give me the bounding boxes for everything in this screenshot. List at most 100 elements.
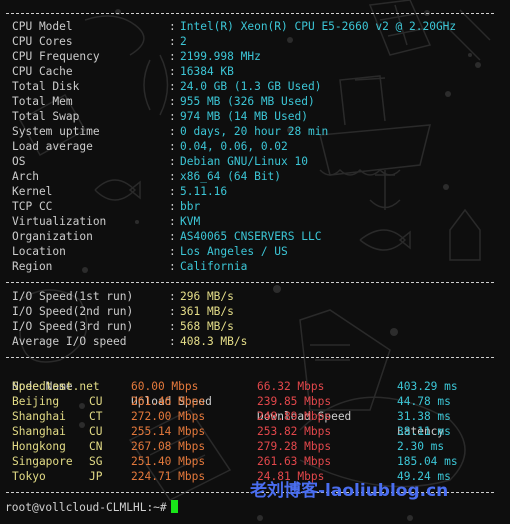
node-isp: JP: [89, 470, 103, 483]
info-label: CPU Frequency: [12, 50, 100, 63]
node-isp: CU: [89, 395, 103, 408]
latency: 2.30 ms: [397, 440, 445, 453]
colon: :: [169, 50, 176, 63]
upload-speed: 261.46 Mbps: [131, 395, 206, 408]
colon: :: [169, 230, 176, 243]
info-label: Region: [12, 260, 53, 273]
download-speed: 66.32 Mbps: [257, 380, 325, 393]
watermark: 老刘博客-laoliublog.cn: [250, 481, 449, 501]
info-value: 0.04, 0.06, 0.02: [180, 140, 288, 153]
colon: :: [169, 20, 176, 33]
io-value: 568 MB/s: [180, 320, 234, 333]
info-value: bbr: [180, 200, 201, 213]
info-value: 955 MB (326 MB Used): [180, 95, 315, 108]
info-label: CPU Cores: [12, 35, 73, 48]
colon: :: [169, 185, 176, 198]
colon: :: [169, 125, 176, 138]
info-label: Total Mem: [12, 95, 73, 108]
latency: 31.38 ms: [397, 410, 451, 423]
info-value: x86_64 (64 Bit): [180, 170, 282, 183]
info-label: Load average: [12, 140, 93, 153]
info-label: OS: [12, 155, 26, 168]
upload-speed: 272.00 Mbps: [131, 410, 206, 423]
info-value: Intel(R) Xeon(R) CPU E5-2660 v2 @ 2.20GH…: [180, 20, 457, 33]
info-value: AS40065 CNSERVERS LLC: [180, 230, 322, 243]
latency: 38.11 ms: [397, 425, 451, 438]
node-isp: CU: [89, 425, 103, 438]
io-label: I/O Speed(2nd run): [12, 305, 134, 318]
io-value: 296 MB/s: [180, 290, 234, 303]
upload-speed: 60.00 Mbps: [131, 380, 199, 393]
node-name: Shanghai: [12, 425, 66, 438]
info-value: 974 MB (14 MB Used): [180, 110, 308, 123]
info-value: 2199.998 MHz: [180, 50, 261, 63]
prompt-text: root@vollcloud-CLMLHL:~#: [5, 501, 167, 514]
info-label: TCP CC: [12, 200, 53, 213]
colon: :: [169, 200, 176, 213]
node-name: Beijing: [12, 395, 60, 408]
separator: [6, 282, 494, 283]
colon: :: [169, 245, 176, 258]
colon: :: [169, 305, 176, 318]
io-value: 361 MB/s: [180, 305, 234, 318]
info-value: 2: [180, 35, 187, 48]
node-name: Speedtest.net: [12, 380, 100, 393]
colon: :: [169, 110, 176, 123]
info-label: Total Disk: [12, 80, 80, 93]
info-label: Arch: [12, 170, 39, 183]
latency: 185.04 ms: [397, 455, 458, 468]
colon: :: [169, 215, 176, 228]
latency: 403.29 ms: [397, 380, 458, 393]
info-label: CPU Cache: [12, 65, 73, 78]
node-name: Shanghai: [12, 410, 66, 423]
io-label: I/O Speed(3rd run): [12, 320, 134, 333]
colon: :: [169, 80, 176, 93]
info-value: California: [180, 260, 248, 273]
download-speed: 239.85 Mbps: [257, 395, 332, 408]
upload-speed: 251.40 Mbps: [131, 455, 206, 468]
info-value: 5.11.16: [180, 185, 228, 198]
info-label: Organization: [12, 230, 93, 243]
colon: :: [169, 290, 176, 303]
download-speed: 253.82 Mbps: [257, 425, 332, 438]
terminal-cursor: [170, 500, 178, 513]
colon: :: [169, 95, 176, 108]
info-label: Kernel: [12, 185, 53, 198]
info-label: Total Swap: [12, 110, 80, 123]
latency: 44.78 ms: [397, 395, 451, 408]
info-label: CPU Model: [12, 20, 73, 33]
colon: :: [169, 260, 176, 273]
separator: [6, 13, 494, 14]
upload-speed: 267.08 Mbps: [131, 440, 206, 453]
download-speed: 248.89 Mbps: [257, 410, 332, 423]
shell-prompt[interactable]: root@vollcloud-CLMLHL:~#: [5, 500, 178, 515]
upload-speed: 255.14 Mbps: [131, 425, 206, 438]
io-label: Average I/O speed: [12, 335, 127, 348]
info-value: 0 days, 20 hour 28 min: [180, 125, 329, 138]
speedtest-header-row: Node Name Upload Speed Download Speed La…: [12, 364, 444, 438]
node-name: Hongkong: [12, 440, 66, 453]
colon: :: [169, 65, 176, 78]
info-value: Los Angeles / US: [180, 245, 288, 258]
separator: [6, 357, 494, 358]
upload-speed: 224.71 Mbps: [131, 470, 206, 483]
colon: :: [169, 140, 176, 153]
info-value: Debian GNU/Linux 10: [180, 155, 308, 168]
node-isp: CT: [89, 410, 103, 423]
download-speed: 261.63 Mbps: [257, 455, 332, 468]
io-value: 408.3 MB/s: [180, 335, 248, 348]
colon: :: [169, 155, 176, 168]
info-value: 24.0 GB (1.3 GB Used): [180, 80, 322, 93]
info-label: System uptime: [12, 125, 100, 138]
colon: :: [169, 320, 176, 333]
colon: :: [169, 170, 176, 183]
node-name: Tokyo: [12, 470, 46, 483]
colon: :: [169, 35, 176, 48]
io-label: I/O Speed(1st run): [12, 290, 134, 303]
colon: :: [169, 335, 176, 348]
node-isp: SG: [89, 455, 103, 468]
node-name: Singapore: [12, 455, 73, 468]
info-value: 16384 KB: [180, 65, 234, 78]
download-speed: 279.28 Mbps: [257, 440, 332, 453]
info-label: Location: [12, 245, 66, 258]
